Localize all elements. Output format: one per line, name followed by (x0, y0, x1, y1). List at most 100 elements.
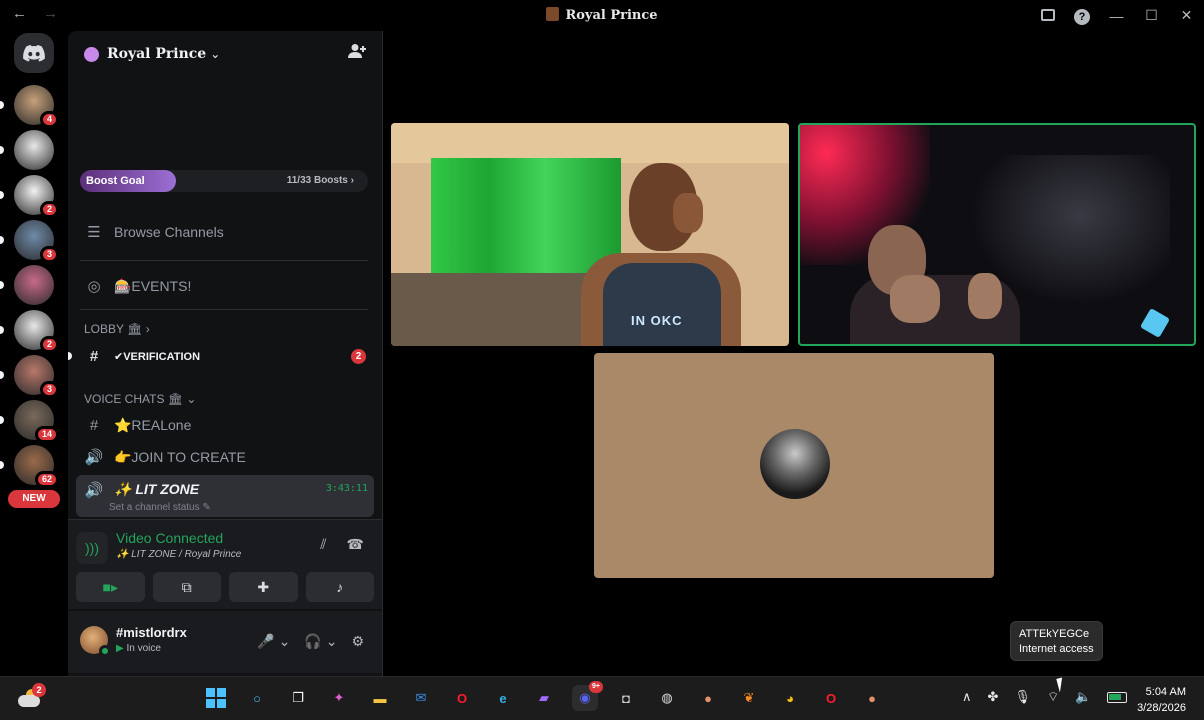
disconnect-icon[interactable]: ☎ (347, 536, 364, 553)
window-title-text: Royal Prince (565, 8, 658, 23)
screen-share-button[interactable]: ⧉ (152, 572, 221, 602)
volume-icon[interactable]: 🔈 (1075, 689, 1091, 705)
new-unreads-pill[interactable]: NEW (8, 490, 60, 508)
unread-indicator (0, 101, 4, 109)
channel-status-hint[interactable]: Set a channel status ✎ (109, 502, 211, 513)
signal-icon[interactable]: ))) (76, 532, 108, 564)
microphone-icon[interactable]: 🎙 (1014, 689, 1031, 705)
soundboard-button[interactable]: ♪ (305, 572, 374, 602)
copilot-button[interactable]: ✦ (326, 685, 352, 711)
mention-badge: 4 (39, 111, 59, 128)
server-icon[interactable]: 14 (0, 400, 59, 443)
microphone-button[interactable]: 🎤 ⌄ (257, 633, 290, 650)
copilot-icon: ✦ (333, 690, 345, 705)
channel-lit-zone[interactable]: 🔊 ✨ LIT ZONE 3:43:11 Set a channel statu… (76, 475, 374, 517)
fl-studio-icon: ❦ (743, 690, 755, 705)
video-tile-3-avatar[interactable] (594, 353, 994, 578)
stage-icon: ◎ (87, 278, 101, 295)
video-tile-1[interactable]: IN OKC (391, 123, 789, 346)
title-bar: ← → Royal Prince ? — ☐ ✕ (0, 0, 1204, 31)
category-voice-chats[interactable]: VOICE CHATS 🏛 ⌄ (84, 392, 196, 406)
participant-figure (603, 263, 721, 346)
inbox-button[interactable] (1031, 8, 1065, 24)
server-icon[interactable]: 62 (0, 445, 59, 488)
channel-realone[interactable]: # ⭐REALone (76, 410, 374, 440)
camera-button[interactable]: ■▸ (76, 572, 145, 602)
unread-indicator (0, 326, 4, 334)
clipchamp-button[interactable]: ▰ (531, 685, 557, 711)
username[interactable]: #mistlordrx (116, 625, 187, 640)
category-lobby[interactable]: LOBBY 🏛 › (84, 322, 150, 336)
server-icon[interactable] (0, 130, 54, 170)
channel-verification[interactable]: # ✔VERIFICATION 2 (68, 341, 374, 371)
clock-time: 5:04 AM (1145, 686, 1186, 698)
server-icon[interactable]: 3 (0, 220, 59, 263)
voice-status-title[interactable]: Video Connected (116, 530, 223, 546)
close-button[interactable]: ✕ (1169, 7, 1204, 24)
battery-icon[interactable] (1107, 692, 1128, 703)
notification-badge: 2 (32, 683, 46, 697)
server-icon[interactable]: 2 (0, 175, 59, 218)
chevron-down-icon: ⌄ (210, 47, 221, 61)
file-explorer-button[interactable]: ▬ (367, 685, 393, 711)
unread-indicator (0, 236, 4, 244)
mention-badge: 2 (39, 336, 59, 353)
camera-button[interactable]: ◘ (613, 685, 639, 711)
help-button[interactable]: ? (1065, 7, 1099, 25)
server-icon[interactable]: 4 (0, 85, 59, 128)
discord-home-button[interactable] (14, 33, 54, 73)
taskbar-apps: ○ ❐ ✦ ▬ ✉ O e ▰ ◉ 9+ ◘ ◍ ● ❦ ◕ O ● (203, 681, 885, 711)
participant-figure (968, 273, 1002, 319)
channel-join-to-create[interactable]: 🔊 👉JOIN TO CREATE (76, 442, 374, 472)
server-icon[interactable]: 2 (0, 310, 59, 353)
chrome-button[interactable]: ◕ (777, 685, 803, 711)
opera-gx-button[interactable]: O (818, 685, 844, 711)
app-button[interactable]: ● (859, 685, 885, 711)
user-controls: 🎤 ⌄ 🎧 ⌄ ⚙ (257, 633, 364, 650)
maximize-button[interactable]: ☐ (1134, 7, 1169, 24)
help-icon: ? (1074, 8, 1090, 25)
noise-suppression-icon[interactable]: ⫽ (320, 536, 326, 553)
guild-header[interactable]: Royal Prince ⌄ (84, 43, 370, 65)
voice-channel-path[interactable]: ✨ LIT ZONE / Royal Prince (116, 549, 241, 560)
server-icon[interactable] (0, 265, 54, 305)
start-button[interactable] (203, 685, 229, 711)
channel-name: 🎰EVENTS! (114, 277, 192, 294)
folder-icon: ▬ (373, 690, 387, 706)
edge-button[interactable]: e (490, 685, 516, 711)
boost-goal-bar[interactable]: Boost Goal 11/33 Boosts › (80, 170, 368, 192)
wifi-icon[interactable]: ⌔ (1047, 689, 1059, 705)
video-tile-2-speaking[interactable] (798, 123, 1196, 346)
discord-icon (23, 44, 45, 61)
opera-button[interactable]: O (449, 685, 475, 711)
chevron-down-icon: ⌄ (186, 392, 197, 406)
task-view-button[interactable]: ❐ (285, 685, 311, 711)
server-icon[interactable]: 3 (0, 355, 59, 398)
weather-widget[interactable]: 2 (18, 683, 46, 709)
discord-icon: ◉ (579, 690, 591, 705)
headphones-button[interactable]: 🎧 ⌄ (304, 633, 337, 650)
add-member-icon (348, 44, 366, 58)
mail-button[interactable]: ✉ (408, 685, 434, 711)
discord-taskbar-button[interactable]: ◉ 9+ (572, 681, 603, 711)
network-name: ATTEkYEGCe (1019, 628, 1090, 640)
user-panel: #mistlordrx ▶ In voice 🎤 ⌄ 🎧 ⌄ ⚙ (68, 611, 382, 673)
avatar[interactable] (80, 626, 111, 657)
search-button[interactable]: ○ (244, 685, 270, 711)
tray-overflow-chevron-icon[interactable]: ∧ (962, 689, 972, 705)
app-button[interactable]: ● (695, 685, 721, 711)
divider (80, 309, 368, 310)
minimize-button[interactable]: — (1099, 8, 1134, 24)
browse-channels-item[interactable]: ☰ Browse Channels (76, 217, 374, 247)
activities-button[interactable]: ✚ (229, 572, 298, 602)
channel-events[interactable]: ◎ 🎰EVENTS! (76, 271, 374, 301)
obs-button[interactable]: ◍ (654, 685, 680, 711)
add-member-button[interactable] (348, 43, 366, 64)
settings-gear-icon[interactable]: ⚙ (351, 633, 364, 650)
tray-app-icon[interactable]: ✤ (988, 689, 999, 705)
hashtag-icon: # (89, 347, 99, 365)
background-object (1139, 307, 1171, 339)
fl-studio-button[interactable]: ❦ (736, 685, 762, 711)
taskbar-clock[interactable]: 5:04 AM 3/28/2026 (1137, 684, 1186, 716)
divider (80, 260, 368, 261)
